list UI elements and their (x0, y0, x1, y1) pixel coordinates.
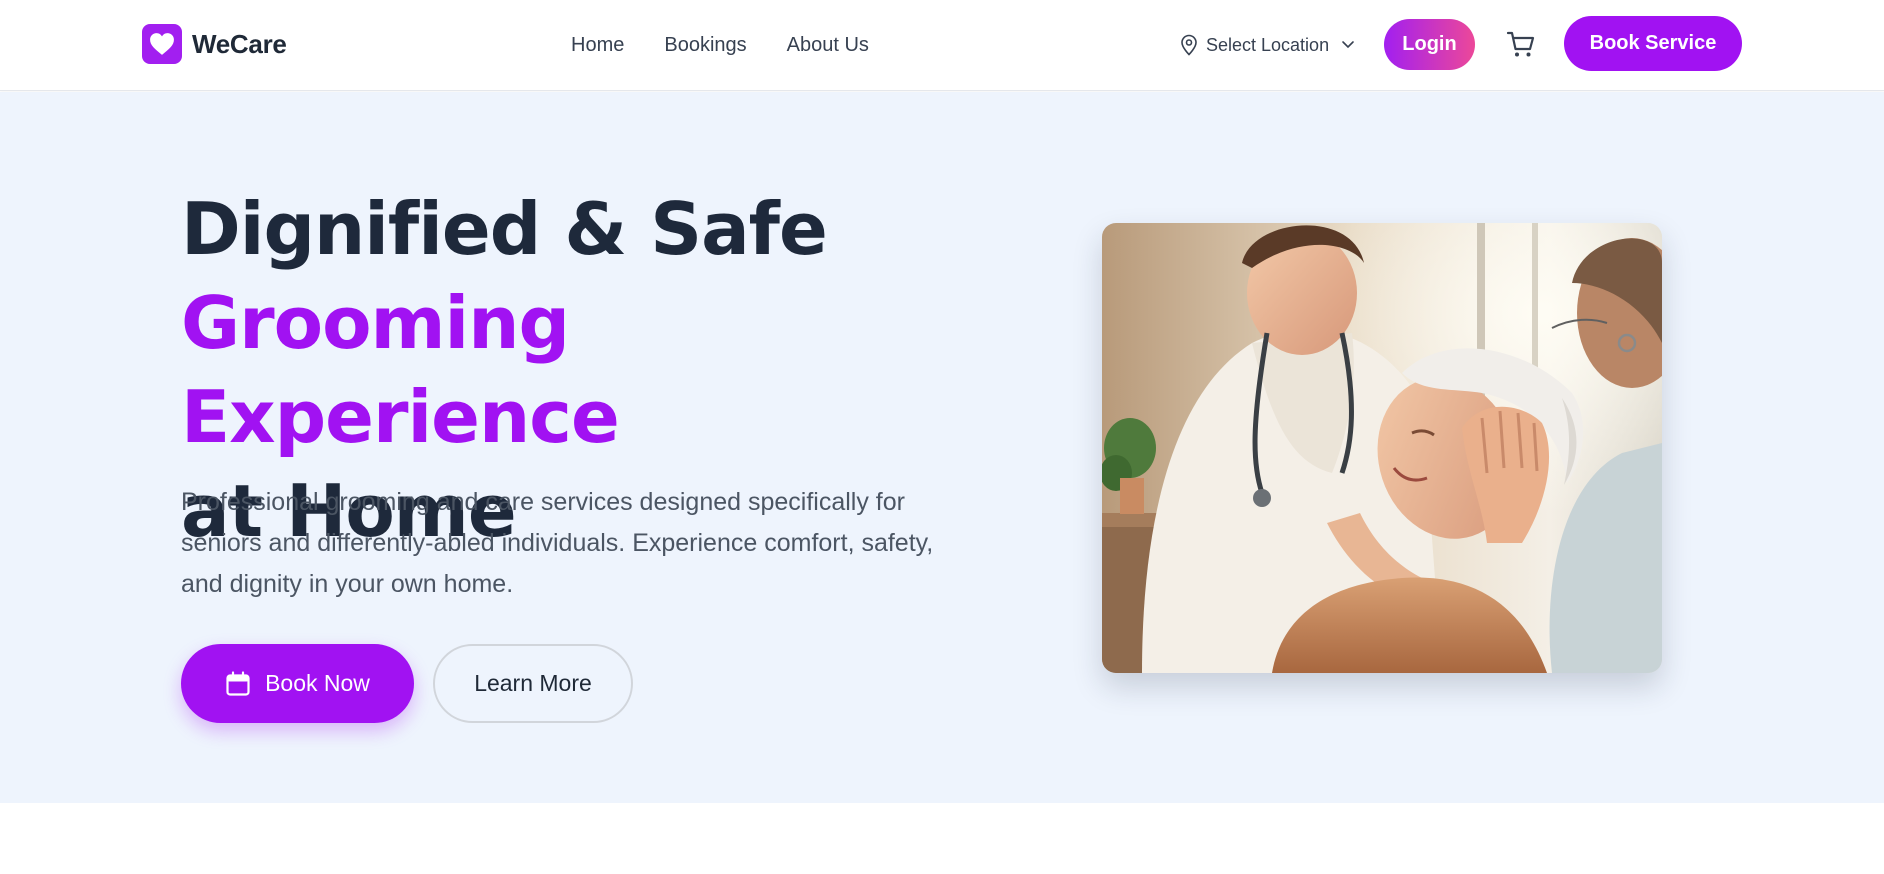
nav-link-home[interactable]: Home (571, 30, 624, 60)
book-now-label: Book Now (265, 670, 370, 696)
main-nav: Home Bookings About Us (571, 30, 909, 60)
book-service-button[interactable]: Book Service (1564, 16, 1742, 71)
location-selector[interactable]: Select Location (1180, 30, 1355, 60)
brand-name: WeCare (192, 28, 287, 59)
hero-description: Professional grooming and care services … (181, 488, 934, 598)
location-label: Select Location (1206, 35, 1330, 55)
brand[interactable]: WeCare (142, 24, 287, 64)
hero-section: Dignified & Safe Grooming Experience at … (0, 92, 1884, 803)
learn-more-button[interactable]: Learn More (433, 644, 633, 723)
caregiver-photo (1102, 223, 1662, 673)
map-pin-icon (1180, 34, 1198, 56)
shopping-cart-icon[interactable] (1505, 28, 1537, 60)
book-now-button[interactable]: Book Now (181, 644, 414, 723)
nav-link-about-us[interactable]: About Us (787, 30, 869, 60)
chevron-down-icon (1341, 40, 1355, 50)
top-navbar: WeCare Home Bookings About Us Select Loc… (0, 0, 1884, 91)
headline-accent: Grooming Experience (181, 281, 620, 459)
calendar-icon (225, 670, 251, 697)
login-button[interactable]: Login (1384, 19, 1475, 70)
heart-icon (142, 24, 182, 64)
headline-line-1: Dignified & Safe (181, 187, 828, 271)
nav-link-bookings[interactable]: Bookings (664, 30, 746, 60)
